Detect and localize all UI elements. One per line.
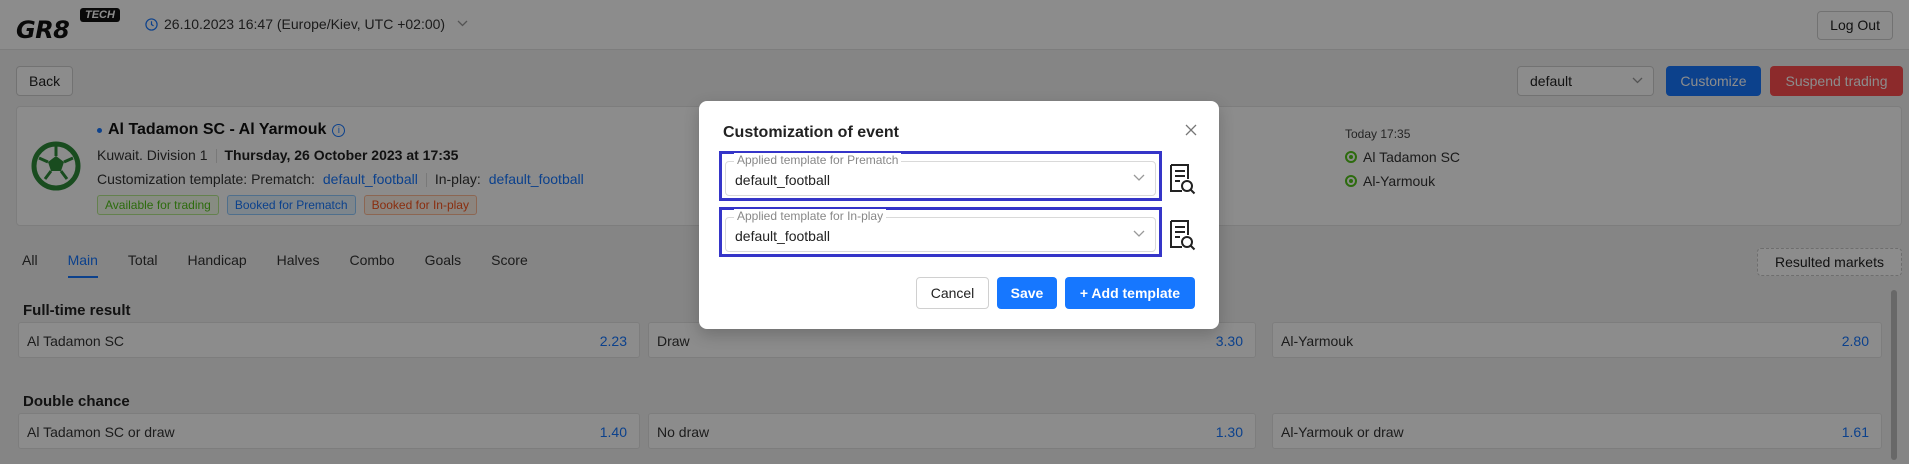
save-button[interactable]: Save xyxy=(997,277,1057,309)
add-template-button[interactable]: + Add template xyxy=(1065,277,1195,309)
field-label: Applied template for Prematch xyxy=(734,153,902,167)
chevron-down-icon xyxy=(1133,171,1145,188)
inplay-template-select[interactable]: Applied template for In-play default_foo… xyxy=(725,209,1156,252)
inplay-template-field[interactable]: Applied template for In-play default_foo… xyxy=(719,207,1162,257)
field-value: default_football xyxy=(735,172,830,188)
field-label: Applied template for In-play xyxy=(734,209,887,223)
customization-modal: Customization of event Applied template … xyxy=(699,101,1219,329)
cancel-button[interactable]: Cancel xyxy=(916,277,989,309)
modal-title: Customization of event xyxy=(723,124,900,141)
template-preview-icon[interactable] xyxy=(1168,163,1196,198)
prematch-template-select[interactable]: Applied template for Prematch default_fo… xyxy=(725,153,1156,196)
field-value: default_football xyxy=(735,228,830,244)
template-preview-icon[interactable] xyxy=(1168,219,1196,254)
prematch-template-field[interactable]: Applied template for Prematch default_fo… xyxy=(719,151,1162,201)
close-icon[interactable] xyxy=(1185,121,1197,139)
chevron-down-icon xyxy=(1133,227,1145,244)
